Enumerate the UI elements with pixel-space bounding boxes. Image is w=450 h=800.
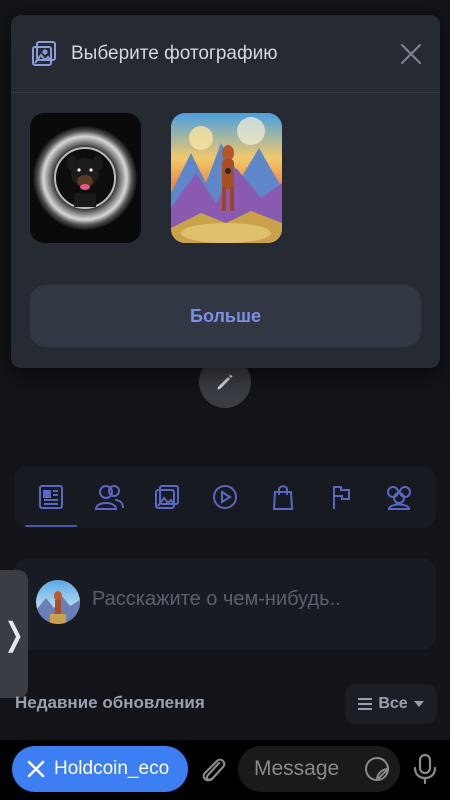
modal-header: Выберите фотографию <box>11 15 440 93</box>
choose-photo-modal: Выберите фотографию Больше <box>11 15 440 368</box>
close-icon <box>400 43 422 65</box>
dog-on-coins-mountain-photo[interactable] <box>171 113 282 243</box>
more-button[interactable]: Больше <box>30 285 421 347</box>
rottweiler-coin-photo[interactable] <box>30 113 141 243</box>
modal-title: Выберите фотографию <box>71 42 278 64</box>
image-icon <box>32 40 56 66</box>
photo-grid <box>11 93 440 243</box>
modal-close-button[interactable] <box>398 41 424 67</box>
